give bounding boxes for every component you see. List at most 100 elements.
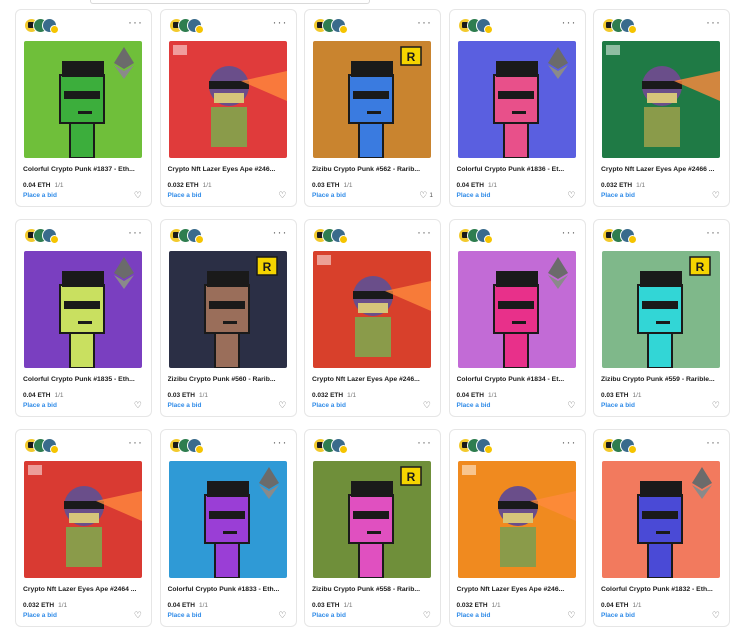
place-bid-link[interactable]: Place a bid — [457, 612, 491, 619]
place-bid-link[interactable]: Place a bid — [312, 402, 346, 409]
nft-card[interactable]: ··· R Zizibu Crypto Punk #560 - Rarib...… — [159, 219, 297, 417]
more-options-icon[interactable]: ··· — [128, 226, 143, 238]
more-options-icon[interactable]: ··· — [273, 226, 288, 238]
nft-image[interactable] — [457, 251, 576, 368]
place-bid-link[interactable]: Place a bid — [312, 612, 346, 619]
nft-image[interactable] — [602, 41, 720, 158]
nft-image[interactable]: R — [313, 461, 431, 578]
more-options-icon[interactable]: ··· — [128, 16, 143, 28]
nft-image[interactable] — [313, 251, 431, 368]
owner-avatars[interactable] — [24, 18, 62, 35]
like-button[interactable]: ♡ 1 — [419, 190, 433, 201]
nft-card[interactable]: ··· Colorful Crypto Punk #1836 - Et... 0… — [448, 9, 586, 207]
nft-image[interactable] — [457, 41, 576, 158]
like-button[interactable]: ♡ — [712, 190, 722, 201]
place-bid-link[interactable]: Place a bid — [457, 192, 491, 199]
more-options-icon[interactable]: ··· — [273, 436, 288, 448]
owner-avatars[interactable] — [602, 438, 640, 455]
nft-image[interactable]: R — [168, 251, 287, 368]
nft-image[interactable]: R — [313, 41, 431, 158]
nft-card[interactable]: ··· Crypto Nft Lazer Eyes Ape #2464 ... … — [15, 429, 152, 627]
nft-card[interactable]: ··· Crypto Nft Lazer Eyes Ape #246... 0.… — [159, 9, 297, 207]
place-bid-link[interactable]: Place a bid — [23, 612, 57, 619]
nft-title[interactable]: Crypto Nft Lazer Eyes Ape #2466 ... — [601, 166, 725, 173]
more-options-icon[interactable]: ··· — [562, 16, 577, 28]
nft-title[interactable]: Zizibu Crypto Punk #560 - Rarib... — [168, 376, 292, 383]
like-button[interactable]: ♡ — [567, 610, 577, 621]
owner-avatars[interactable] — [457, 438, 496, 455]
like-button[interactable]: ♡ — [712, 400, 722, 411]
nft-card[interactable]: ··· R Zizibu Crypto Punk #562 - Rarib...… — [304, 9, 441, 207]
nft-title[interactable]: Crypto Nft Lazer Eyes Ape #246... — [168, 166, 292, 173]
nft-card[interactable]: ··· Colorful Crypto Punk #1832 - Eth... … — [593, 429, 730, 627]
nft-title[interactable]: Zizibu Crypto Punk #562 - Rarib... — [312, 166, 436, 173]
nft-image[interactable] — [24, 41, 142, 158]
nft-card[interactable]: ··· R Zizibu Crypto Punk #559 - Rarible.… — [593, 219, 730, 417]
more-options-icon[interactable]: ··· — [417, 436, 432, 448]
more-options-icon[interactable]: ··· — [706, 436, 721, 448]
nft-title[interactable]: Colorful Crypto Punk #1836 - Et... — [457, 166, 581, 173]
like-button[interactable]: ♡ — [278, 400, 288, 411]
like-button[interactable]: ♡ — [423, 610, 433, 621]
nft-title[interactable]: Colorful Crypto Punk #1835 - Eth... — [23, 376, 147, 383]
like-button[interactable]: ♡ — [134, 190, 144, 201]
more-options-icon[interactable]: ··· — [706, 226, 721, 238]
nft-card[interactable]: ··· Crypto Nft Lazer Eyes Ape #2466 ... … — [593, 9, 730, 207]
owner-avatars[interactable] — [168, 228, 207, 245]
like-button[interactable]: ♡ — [712, 610, 722, 621]
owner-avatars[interactable] — [313, 438, 351, 455]
place-bid-link[interactable]: Place a bid — [168, 192, 202, 199]
nft-card[interactable]: ··· R Zizibu Crypto Punk #558 - Rarib...… — [304, 429, 441, 627]
more-options-icon[interactable]: ··· — [128, 436, 143, 448]
nft-card[interactable]: ··· Colorful Crypto Punk #1835 - Eth... … — [15, 219, 152, 417]
owner-avatars[interactable] — [313, 228, 351, 245]
more-options-icon[interactable]: ··· — [562, 436, 577, 448]
nft-title[interactable]: Colorful Crypto Punk #1832 - Eth... — [601, 586, 725, 593]
nft-image[interactable] — [602, 461, 720, 578]
nft-image[interactable] — [168, 41, 287, 158]
nft-card[interactable]: ··· Colorful Crypto Punk #1837 - Eth... … — [15, 9, 152, 207]
nft-image[interactable] — [24, 251, 142, 368]
nft-card[interactable]: ··· Colorful Crypto Punk #1834 - Et... 0… — [448, 219, 586, 417]
nft-title[interactable]: Zizibu Crypto Punk #558 - Rarib... — [312, 586, 436, 593]
nft-title[interactable]: Crypto Nft Lazer Eyes Ape #2464 ... — [23, 586, 147, 593]
nft-title[interactable]: Zizibu Crypto Punk #559 - Rarible... — [601, 376, 725, 383]
search-bar-edge[interactable] — [90, 0, 370, 4]
more-options-icon[interactable]: ··· — [417, 226, 432, 238]
more-options-icon[interactable]: ··· — [562, 226, 577, 238]
place-bid-link[interactable]: Place a bid — [168, 402, 202, 409]
nft-image[interactable] — [24, 461, 142, 578]
owner-avatars[interactable] — [313, 18, 351, 35]
place-bid-link[interactable]: Place a bid — [601, 612, 635, 619]
like-button[interactable]: ♡ — [134, 610, 144, 621]
like-button[interactable]: ♡ — [567, 400, 577, 411]
more-options-icon[interactable]: ··· — [706, 16, 721, 28]
like-button[interactable]: ♡ — [567, 190, 577, 201]
nft-card[interactable]: ··· Crypto Nft Lazer Eyes Ape #246... 0.… — [304, 219, 441, 417]
nft-title[interactable]: Crypto Nft Lazer Eyes Ape #246... — [312, 376, 436, 383]
owner-avatars[interactable] — [24, 438, 62, 455]
like-button[interactable]: ♡ — [278, 610, 288, 621]
place-bid-link[interactable]: Place a bid — [312, 192, 346, 199]
place-bid-link[interactable]: Place a bid — [23, 192, 57, 199]
owner-avatars[interactable] — [602, 228, 640, 245]
place-bid-link[interactable]: Place a bid — [457, 402, 491, 409]
owner-avatars[interactable] — [168, 18, 207, 35]
nft-card[interactable]: ··· Crypto Nft Lazer Eyes Ape #246... 0.… — [448, 429, 586, 627]
place-bid-link[interactable]: Place a bid — [168, 612, 202, 619]
like-button[interactable]: ♡ — [423, 400, 433, 411]
like-button[interactable]: ♡ — [278, 190, 288, 201]
owner-avatars[interactable] — [457, 228, 496, 245]
more-options-icon[interactable]: ··· — [273, 16, 288, 28]
place-bid-link[interactable]: Place a bid — [23, 402, 57, 409]
nft-image[interactable] — [168, 461, 287, 578]
more-options-icon[interactable]: ··· — [417, 16, 432, 28]
owner-avatars[interactable] — [24, 228, 62, 245]
nft-title[interactable]: Crypto Nft Lazer Eyes Ape #246... — [457, 586, 581, 593]
owner-avatars[interactable] — [602, 18, 640, 35]
owner-avatars[interactable] — [457, 18, 496, 35]
nft-title[interactable]: Colorful Crypto Punk #1837 - Eth... — [23, 166, 147, 173]
nft-title[interactable]: Colorful Crypto Punk #1834 - Et... — [457, 376, 581, 383]
place-bid-link[interactable]: Place a bid — [601, 402, 635, 409]
owner-avatars[interactable] — [168, 438, 207, 455]
